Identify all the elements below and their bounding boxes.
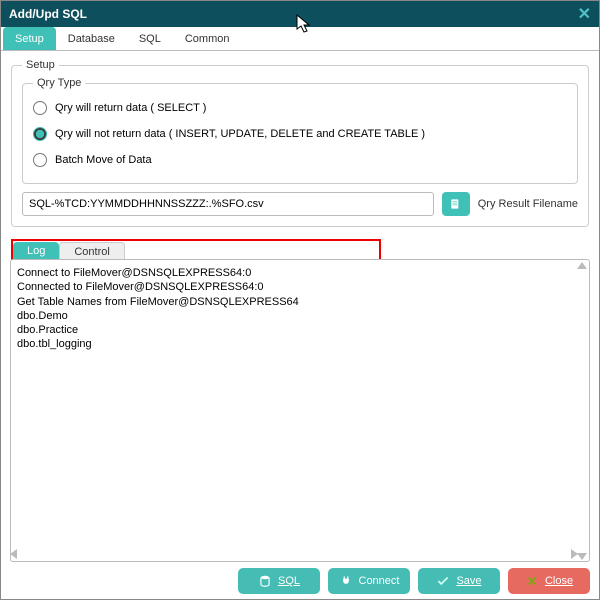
filename-label: Qry Result Filename	[478, 198, 578, 210]
filename-browse-button[interactable]	[442, 192, 470, 216]
close-button[interactable]: Close	[508, 568, 590, 594]
save-button-label: Save	[456, 575, 481, 587]
qrytype-legend: Qry Type	[33, 77, 85, 89]
radio-batch[interactable]	[33, 153, 47, 167]
radio-row-select[interactable]: Qry will return data ( SELECT )	[33, 95, 567, 121]
close-icon	[525, 574, 539, 588]
window-close-button[interactable]: ✕	[578, 4, 591, 24]
setup-legend: Setup	[22, 59, 59, 71]
log-textarea[interactable]	[10, 259, 590, 562]
main-tabs: Setup Database SQL Common	[1, 27, 599, 51]
tab-common[interactable]: Common	[173, 27, 242, 50]
scroll-down-icon[interactable]	[577, 553, 587, 560]
plug-icon	[339, 574, 353, 588]
scroll-left-icon[interactable]	[10, 549, 17, 559]
radio-row-noreturn[interactable]: Qry will not return data ( INSERT, UPDAT…	[33, 121, 567, 147]
radio-noreturn-label: Qry will not return data ( INSERT, UPDAT…	[55, 128, 425, 140]
title-bar: Add/Upd SQL ✕	[1, 1, 599, 27]
tab-database[interactable]: Database	[56, 27, 127, 50]
check-icon	[436, 574, 450, 588]
radio-row-batch[interactable]: Batch Move of Data	[33, 147, 567, 173]
radio-select-label: Qry will return data ( SELECT )	[55, 102, 206, 114]
qrytype-fieldset: Qry Type Qry will return data ( SELECT )…	[22, 77, 578, 184]
horizontal-scrollbar[interactable]	[10, 548, 578, 560]
scroll-right-icon[interactable]	[571, 549, 578, 559]
button-bar: SQL Connect Save Close	[238, 568, 590, 594]
radio-batch-label: Batch Move of Data	[55, 154, 152, 166]
tab-sql[interactable]: SQL	[127, 27, 173, 50]
filename-input[interactable]	[22, 192, 434, 216]
save-button[interactable]: Save	[418, 568, 500, 594]
connect-button[interactable]: Connect	[328, 568, 410, 594]
radio-noreturn[interactable]	[33, 127, 47, 141]
sql-button-label: SQL	[278, 575, 300, 587]
tab-setup[interactable]: Setup	[3, 27, 56, 50]
close-button-label: Close	[545, 575, 573, 587]
sql-button[interactable]: SQL	[238, 568, 320, 594]
window-title: Add/Upd SQL	[9, 7, 87, 21]
radio-select[interactable]	[33, 101, 47, 115]
scroll-up-icon[interactable]	[577, 262, 587, 269]
vertical-scrollbar[interactable]	[576, 262, 588, 560]
file-icon	[449, 197, 463, 211]
connect-button-label: Connect	[359, 575, 400, 587]
setup-fieldset: Setup Qry Type Qry will return data ( SE…	[11, 59, 589, 227]
database-icon	[258, 574, 272, 588]
